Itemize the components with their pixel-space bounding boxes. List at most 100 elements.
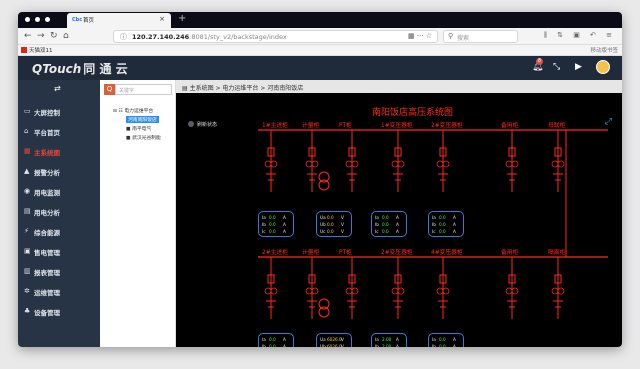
row2-cabinet-label-6: 备用柜	[501, 250, 519, 256]
row2-cabinet-label-2: 计量柜	[302, 250, 320, 256]
meter-reading: Ia 0.0 A	[432, 337, 456, 342]
sidebar-item-4[interactable]: ▲ 报警分析	[18, 162, 100, 182]
meter-reading: Ib 0.0 A	[262, 222, 286, 227]
chart-icon: ▤	[24, 207, 31, 215]
sidebar-item-5[interactable]: ◉ 用电监测	[18, 182, 100, 202]
row2-cabinet-label-5: 4#变压器柜	[431, 250, 463, 256]
tab-favicon-icon: Cbc	[72, 17, 83, 23]
row2-feeder-2-ct-b	[311, 287, 319, 295]
back-icon[interactable]: ←	[24, 31, 32, 41]
sidebar-item-3[interactable]: ▦ 主系统图	[18, 142, 100, 162]
browser-tab[interactable]: Cbc 首页 ×	[67, 13, 171, 28]
row2-feeder-2-ct-a	[305, 287, 313, 295]
play-icon[interactable]: ▶	[575, 62, 582, 72]
window-minimize-dot[interactable]	[35, 17, 40, 22]
row1-cabinet-label-3: PT柜	[339, 123, 352, 129]
sidebar-item-label: 综合能源	[34, 229, 60, 237]
row2-meter-3[interactable]: Ia2.00AIb2.00AIc0.00A	[371, 333, 407, 347]
sidebar-item-11[interactable]: ♣ 设备管理	[18, 302, 100, 322]
avatar[interactable]	[596, 60, 610, 74]
meter-reading: Ib 0.0 A	[262, 344, 286, 347]
bookmarks-bar: 天猫双11 移动版书签	[18, 45, 622, 56]
row1-feeder-4-ct-b	[397, 160, 405, 168]
row2-feeder-3-ct-a	[345, 287, 353, 295]
tmall-icon	[21, 47, 27, 53]
breadcrumb: ▤ 主系统图 > 电力运维平台 > 河南南阳饭店	[176, 80, 622, 93]
sidebar-item-8[interactable]: ▣ 售电管理	[18, 242, 100, 262]
url-path: :8081/sty_v2/backstage/index	[189, 33, 287, 41]
row2-cabinet-label-7: 隔离柜	[548, 250, 566, 256]
row1-cabinet-label-4: 1#变压器柜	[381, 123, 413, 129]
row2-meter-2[interactable]: Ua6026.0VUb6026.0VUc6026.0V	[316, 333, 352, 347]
cart-icon: ▣	[24, 247, 31, 255]
address-bar[interactable]: ⓘ 120.27.140.246:8081/sty_v2/backstage/i…	[113, 30, 438, 43]
tree-node-wuhan[interactable]: ■ 武汉光谷制能	[126, 134, 161, 141]
row1-meter-1[interactable]: Ia 0.0 A Ib 0.0 A Ic 0.0 A	[258, 211, 294, 237]
home-icon[interactable]: ⌂	[63, 31, 69, 41]
bookmark-item[interactable]: 天猫双11	[21, 46, 53, 54]
row2-feeder-6-ct-b	[511, 287, 519, 295]
tab-title: 首页	[83, 18, 95, 24]
row1-feeder-2-ct-a	[305, 160, 313, 168]
sidebar-item-label: 设备管理	[34, 309, 60, 317]
tab-close-icon[interactable]: ×	[159, 15, 165, 23]
notification-badge: 8	[536, 58, 543, 65]
sidebar-item-label: 用电监测	[34, 189, 60, 197]
tab-bar: Cbc 首页 × +	[18, 12, 622, 28]
tree-search-button[interactable]: Q	[104, 84, 115, 95]
row1-feeder-7-ct-a	[551, 160, 559, 168]
window-close-dot[interactable]	[25, 17, 30, 22]
search-box[interactable]: ⚲ 搜索	[443, 30, 518, 43]
row1-feeder-1-ct-b	[270, 160, 278, 168]
row2-feeder-6-ct-a	[505, 287, 513, 295]
reload-icon[interactable]: ↻	[50, 31, 58, 41]
row2-cabinet-label-3: PT柜	[339, 250, 352, 256]
device-icon: ♣	[24, 307, 31, 315]
row2-feeder-5-ct-a	[436, 287, 444, 295]
mobile-bookmarks[interactable]: 移动版书签	[590, 46, 618, 54]
tree-node-nanyang[interactable]: 河南南阳饭店	[126, 116, 159, 123]
diagram-icon: ▦	[24, 147, 31, 155]
monitor-icon: ▭	[24, 107, 31, 115]
site-info-icon[interactable]: ⓘ	[120, 32, 127, 42]
tree-root[interactable]: ⊟ ☷ 电力运维平台	[113, 107, 153, 114]
sidebar-item-label: 运维管理	[34, 289, 60, 297]
eye-icon: ◉	[24, 187, 31, 195]
sidebar-item-7[interactable]: ⚡ 综合能源	[18, 222, 100, 242]
row2-feeder-1-ct-b	[270, 287, 278, 295]
sidebar-item-9[interactable]: ▥ 报表管理	[18, 262, 100, 282]
row2-meter-1[interactable]: Ia0.0AIb0.0AIc0.0A	[258, 333, 294, 347]
sidebar-item-10[interactable]: ✲ 运维管理	[18, 282, 100, 302]
sidebar-item-label: 报警分析	[34, 169, 60, 177]
meter-reading: Ia 0.0 A	[262, 215, 286, 220]
window-maximize-dot[interactable]	[45, 17, 50, 22]
row1-feeder-1-ct-a	[264, 160, 272, 168]
row1-meter-2[interactable]: Ua0.0 V Ub0.0 V Uc 0.0 V	[316, 211, 352, 237]
navigation-bar: ← → ↻ ⌂ ⓘ 120.27.140.246:8081/sty_v2/bac…	[18, 28, 622, 45]
forward-icon[interactable]: →	[37, 31, 45, 41]
new-tab-button[interactable]: +	[178, 13, 186, 24]
row1-cabinet-label-7: 母联柜	[548, 123, 566, 129]
sidebar-item-2[interactable]: ⌂ 平台首页	[18, 122, 100, 142]
tree-node-nanping[interactable]: ■ 南平电气	[126, 125, 151, 132]
url-host: 120.27.140.246	[132, 33, 190, 41]
device-tree-panel: Q 关键字 ⊟ ☷ 电力运维平台 河南南阳饭店 ■ 南平电气 ■ 武汉光谷制能	[100, 80, 176, 347]
row1-meter-3[interactable]: Ia 0.0 A Ib 0.0 A Ic 0.0 A	[371, 211, 407, 237]
fullscreen-icon[interactable]: ⤡	[553, 62, 560, 72]
row2-feeder-1-ct-a	[264, 287, 272, 295]
page-actions-icon[interactable]: ▦ ··· ☆	[408, 32, 432, 40]
row1-meter-4[interactable]: Ia 0.0 A Ib 0.0 A Ic 0.0 A	[428, 211, 464, 237]
sidebar-item-6[interactable]: ▤ 用电分析	[18, 202, 100, 222]
row2-meter-4[interactable]: Ia0.0AIb0.0AIc0.0A	[428, 333, 464, 347]
meter-reading: Ia 2.00 A	[375, 337, 399, 342]
row1-feeder-3-ct-a	[345, 160, 353, 168]
row1-cabinet-label-1: 1#主进柜	[262, 123, 288, 129]
tree-search-input[interactable]: 关键字	[115, 84, 172, 95]
row1-feeder-7-ct-b	[557, 160, 565, 168]
sidebar-item-1[interactable]: ▭ 大屏控制	[18, 102, 100, 122]
menu-toggle-icon[interactable]: ⇄	[54, 84, 61, 93]
report-icon: ▥	[24, 267, 31, 275]
row2-feeder-4-ct-b	[397, 287, 405, 295]
toolbar-icons[interactable]: ⫼ ⇅ ▣ ↶ ≡	[544, 31, 616, 40]
search-icon: ⚲	[448, 32, 454, 40]
